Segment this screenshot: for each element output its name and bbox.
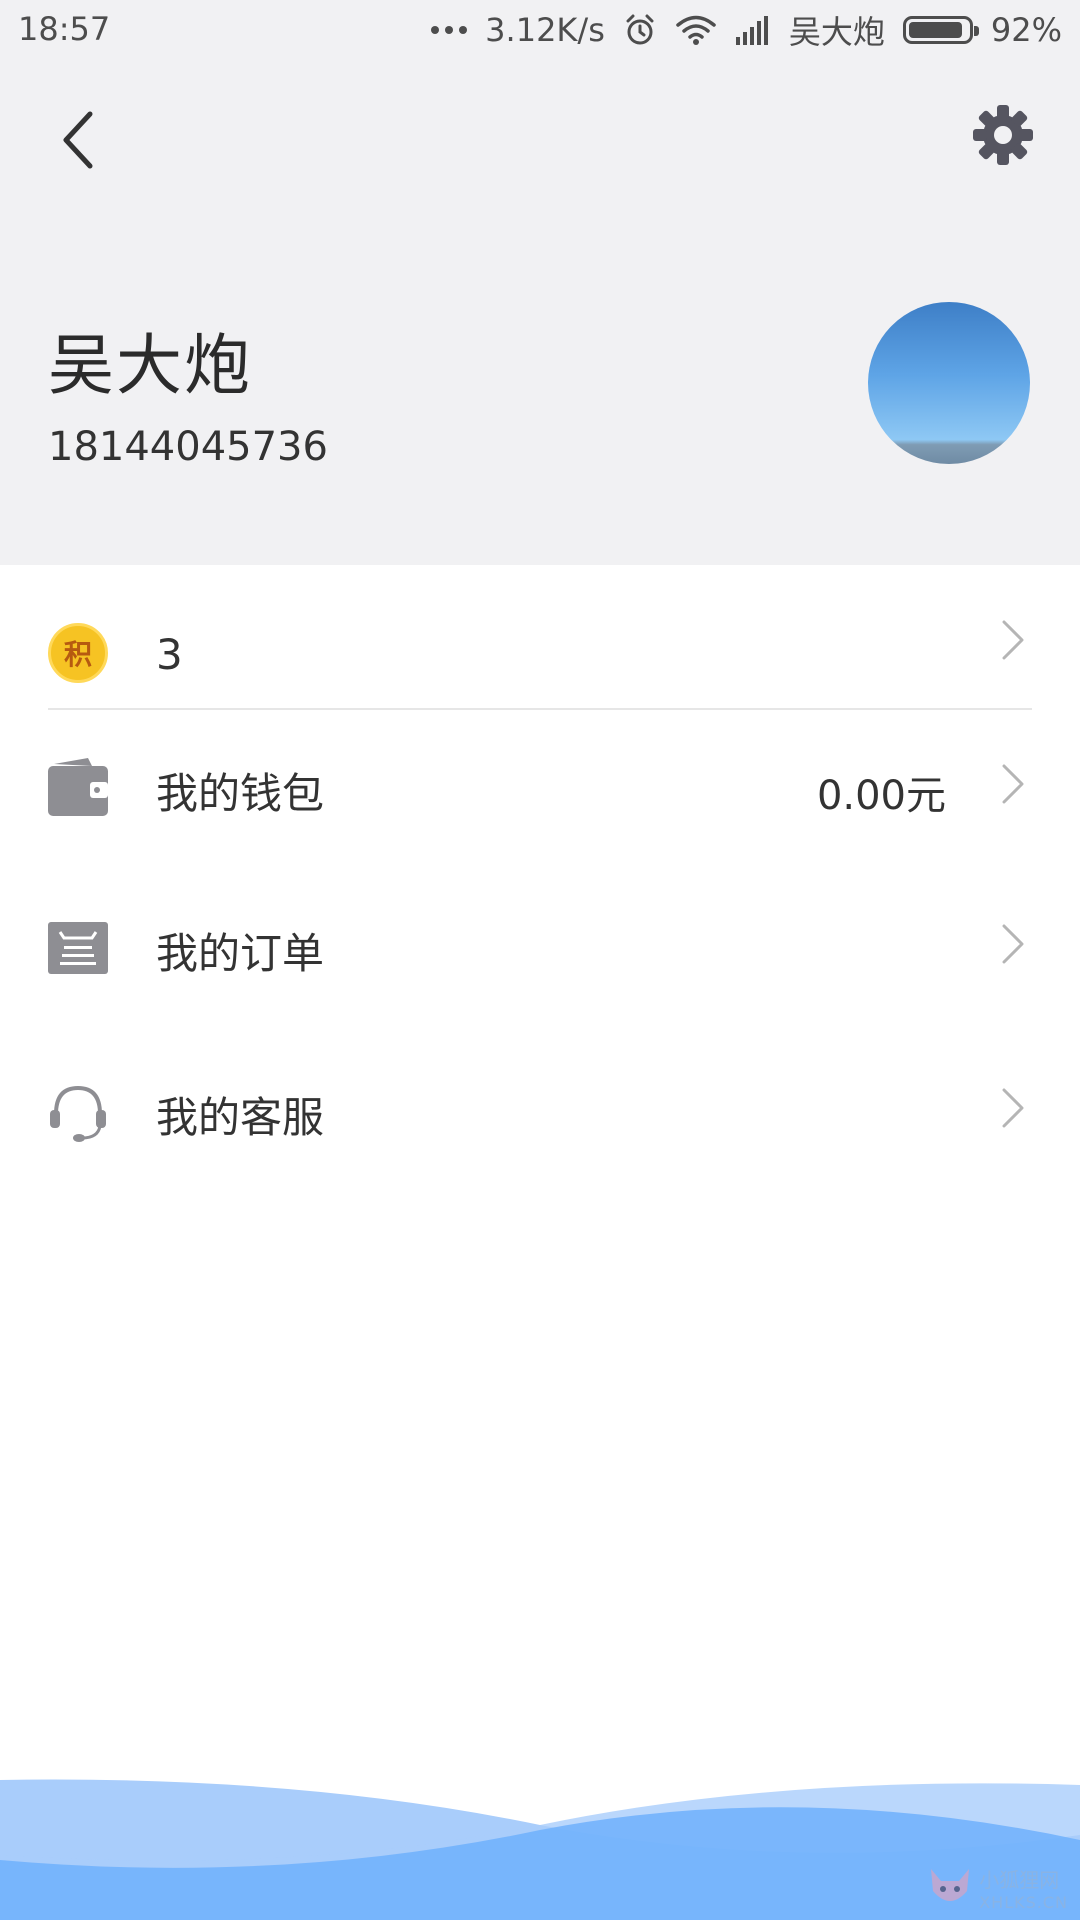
wallet-icon bbox=[48, 758, 108, 816]
chevron-right-icon bbox=[1002, 924, 1024, 964]
order-list-icon bbox=[48, 922, 108, 974]
wallet-row[interactable]: 我的钱包 0.00元 bbox=[0, 713, 1080, 853]
service-row[interactable]: 我的客服 bbox=[0, 1037, 1080, 1177]
watermark-cn: 小狐狸网 bbox=[979, 1868, 1060, 1892]
chevron-right-icon bbox=[1002, 764, 1024, 804]
more-dots-icon bbox=[431, 26, 468, 34]
screen: 18:57 3.12K/s 吴大炮 92% 吴大炮 18144045736 积 … bbox=[0, 0, 1080, 1920]
back-button[interactable] bbox=[48, 100, 112, 180]
points-coin-icon: 积 bbox=[48, 623, 108, 683]
back-arrow-icon bbox=[63, 111, 93, 169]
settings-button[interactable] bbox=[970, 102, 1036, 168]
fox-logo-icon bbox=[931, 1869, 970, 1901]
points-coin-label: 积 bbox=[63, 638, 92, 671]
signal-icon bbox=[735, 16, 768, 45]
avatar[interactable] bbox=[868, 302, 1030, 464]
points-value: 3 bbox=[156, 630, 183, 679]
orders-label: 我的订单 bbox=[156, 929, 325, 978]
service-label: 我的客服 bbox=[156, 1093, 325, 1142]
battery-icon bbox=[902, 16, 979, 44]
wave-decoration bbox=[0, 1779, 1080, 1920]
carrier-name: 吴大炮 bbox=[788, 13, 885, 51]
battery-percent: 92% bbox=[990, 11, 1062, 49]
divider bbox=[48, 708, 1032, 710]
profile-header: 吴大炮 18144045736 bbox=[0, 60, 1080, 565]
net-speed: 3.12K/s bbox=[485, 11, 605, 49]
chevron-right-icon bbox=[1002, 1088, 1024, 1128]
wifi-icon bbox=[676, 15, 716, 45]
wallet-balance: 0.00元 bbox=[816, 773, 946, 819]
headset-icon bbox=[50, 1085, 106, 1142]
points-row[interactable]: 积 3 bbox=[0, 565, 1080, 710]
watermark-en: XHLKS.CN bbox=[979, 1893, 1068, 1912]
alarm-icon bbox=[626, 14, 654, 45]
chevron-right-icon bbox=[1002, 620, 1024, 660]
wallet-label: 我的钱包 bbox=[156, 769, 325, 818]
orders-row[interactable]: 我的订单 bbox=[0, 873, 1080, 1013]
status-time: 18:57 bbox=[18, 10, 111, 48]
user-phone: 18144045736 bbox=[48, 424, 328, 470]
status-icons: 3.12K/s 吴大炮 92% bbox=[431, 8, 1062, 52]
watermark: 小狐狸网 XHLKS.CN bbox=[927, 1864, 1068, 1912]
status-bar: 18:57 3.12K/s 吴大炮 92% bbox=[0, 0, 1080, 60]
user-name: 吴大炮 bbox=[48, 327, 252, 404]
gear-icon bbox=[973, 105, 1033, 165]
